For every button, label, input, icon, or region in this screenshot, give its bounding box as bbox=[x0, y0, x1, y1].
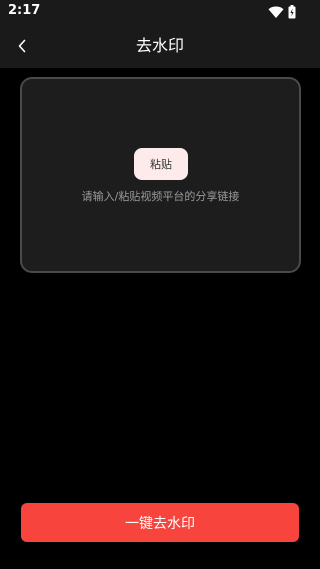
link-input-area[interactable]: 粘贴 请输入/粘贴视频平台的分享链接 bbox=[20, 77, 301, 273]
top-bar: 去水印 bbox=[0, 24, 320, 68]
wifi-icon bbox=[268, 6, 284, 18]
paste-button[interactable]: 粘贴 bbox=[134, 148, 188, 180]
chevron-left-icon bbox=[18, 39, 26, 53]
back-button[interactable] bbox=[10, 34, 34, 58]
page-title: 去水印 bbox=[135, 36, 184, 55]
status-icons bbox=[268, 4, 296, 20]
status-time: 2:17 bbox=[8, 3, 41, 18]
remove-watermark-button[interactable]: 一键去水印 bbox=[21, 503, 299, 542]
status-bar: 2:17 bbox=[0, 0, 320, 24]
link-input-hint: 请输入/粘贴视频平台的分享链接 bbox=[81, 190, 240, 203]
battery-icon bbox=[288, 5, 296, 19]
